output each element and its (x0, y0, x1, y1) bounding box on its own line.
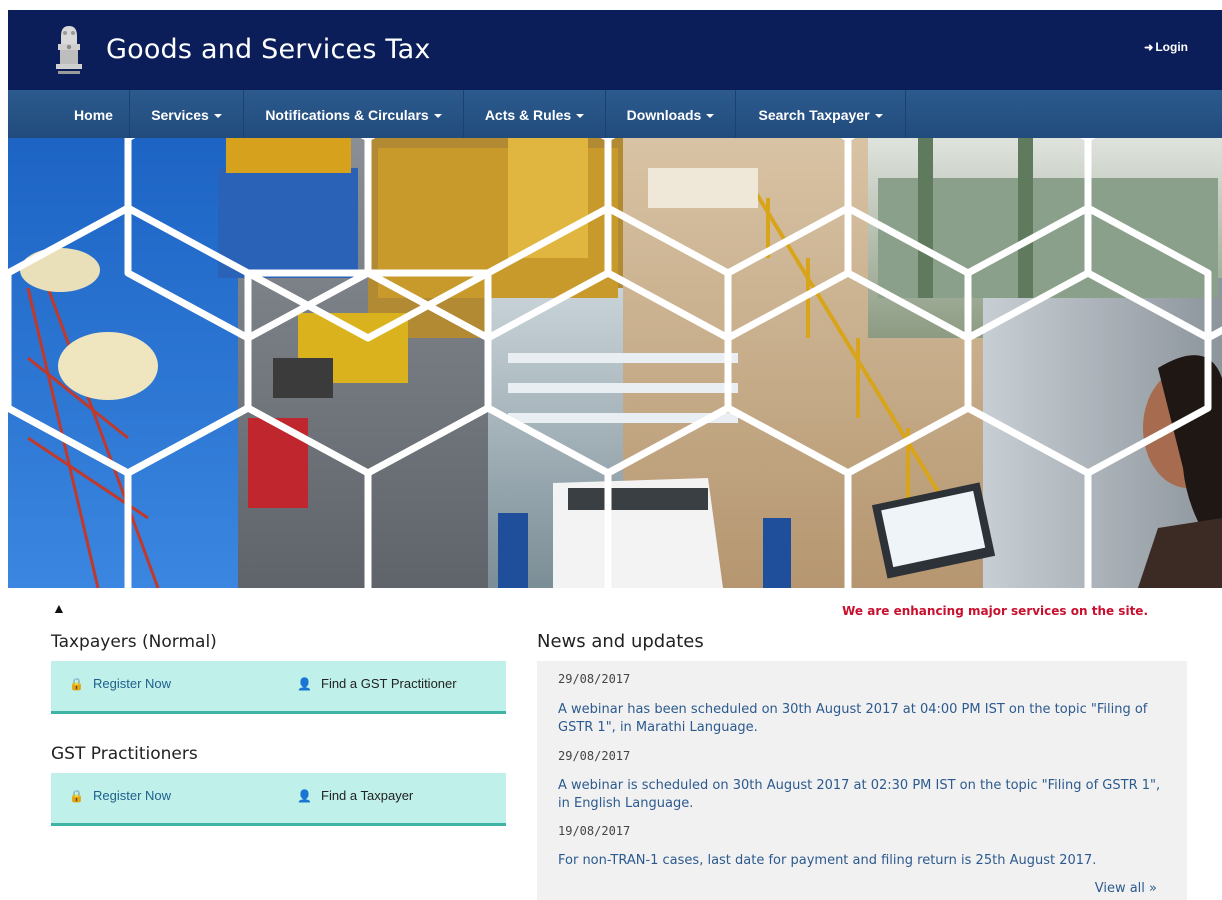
news-date: 29/08/2017 (558, 749, 631, 763)
nav-search-label: Search Taxpayer (758, 107, 870, 123)
hero-banner (8, 138, 1222, 588)
practitioners-title: GST Practitioners (51, 744, 198, 764)
news-item-link[interactable]: A webinar has been scheduled on 30th Aug… (558, 701, 1168, 737)
site-header: Goods and Services Tax ➜ Login (8, 10, 1222, 90)
nav-home[interactable]: Home (58, 90, 130, 138)
nav-downloads-label: Downloads (626, 107, 702, 123)
nav-services-label: Services (151, 107, 209, 123)
taxpayers-panel: 🔒 Register Now 👤 Find a GST Practitioner (51, 661, 506, 714)
taxpayers-title: Taxpayers (Normal) (51, 632, 217, 652)
nav-acts-label: Acts & Rules (484, 107, 572, 123)
service-notice: We are enhancing major services on the s… (842, 604, 1148, 618)
user-icon: 👤 (297, 789, 312, 803)
user-icon: 👤 (297, 677, 312, 691)
find-taxpayer-label: Find a Taxpayer (321, 788, 414, 803)
taxpayer-register-label: Register Now (93, 676, 172, 691)
find-practitioner-label: Find a GST Practitioner (321, 676, 457, 691)
national-emblem-icon[interactable] (50, 22, 88, 78)
news-title: News and updates (537, 631, 704, 652)
login-link[interactable]: ➜ Login (1144, 40, 1188, 54)
practitioner-register-now-link[interactable]: 🔒 Register Now (69, 788, 171, 803)
nav-acts-rules[interactable]: Acts & Rules (464, 90, 606, 138)
news-date: 19/08/2017 (558, 824, 631, 838)
site-title: Goods and Services Tax (106, 34, 431, 65)
lock-icon: 🔒 (69, 677, 84, 691)
caret-down-icon (213, 114, 222, 119)
view-all-link[interactable]: View all » (1095, 881, 1157, 896)
hero-hexagon-collage (8, 138, 1222, 588)
caret-down-icon (576, 114, 585, 119)
caret-down-icon (874, 114, 883, 119)
nav-search-taxpayer[interactable]: Search Taxpayer (736, 90, 906, 138)
caret-down-icon (433, 114, 442, 119)
practitioner-register-label: Register Now (93, 788, 172, 803)
nav-home-label: Home (74, 107, 113, 123)
sign-in-icon: ➜ (1144, 42, 1154, 54)
news-date: 29/08/2017 (558, 672, 631, 686)
nav-services[interactable]: Services (130, 90, 244, 138)
nav-notifications-label: Notifications & Circulars (265, 107, 429, 123)
practitioners-panel: 🔒 Register Now 👤 Find a Taxpayer (51, 773, 506, 826)
find-taxpayer-link[interactable]: 👤 Find a Taxpayer (297, 788, 413, 803)
news-item-link[interactable]: For non-TRAN-1 cases, last date for paym… (558, 852, 1168, 870)
login-label: Login (1155, 40, 1188, 54)
find-gst-practitioner-link[interactable]: 👤 Find a GST Practitioner (297, 676, 457, 691)
news-list: 29/08/2017 A webinar has been scheduled … (537, 661, 1187, 900)
bell-icon: ▲ (52, 600, 66, 616)
main-nav: Home Services Notifications & Circulars … (8, 90, 1222, 138)
nav-notifications-circulars[interactable]: Notifications & Circulars (244, 90, 464, 138)
news-item-link[interactable]: A webinar is scheduled on 30th August 20… (558, 777, 1168, 813)
caret-down-icon (706, 114, 715, 119)
nav-downloads[interactable]: Downloads (606, 90, 736, 138)
taxpayer-register-now-link[interactable]: 🔒 Register Now (69, 676, 171, 691)
lock-icon: 🔒 (69, 789, 84, 803)
